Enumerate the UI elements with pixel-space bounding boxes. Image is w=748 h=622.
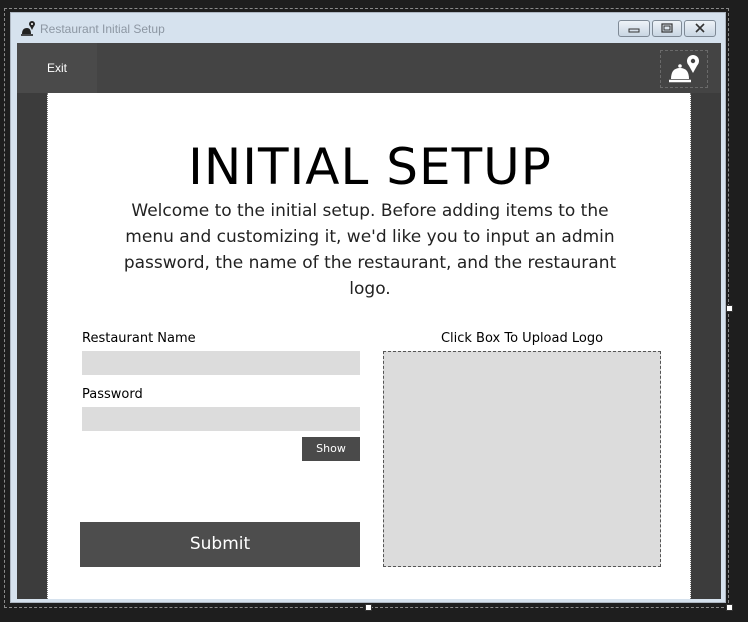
client-area: Exit INITIAL SETUP Welcome to the initia… [17, 43, 721, 599]
submit-button[interactable]: Submit [80, 522, 360, 567]
minimize-icon [628, 28, 640, 33]
password-input[interactable] [82, 407, 360, 431]
resize-handle-right[interactable] [726, 305, 733, 312]
setup-panel: INITIAL SETUP Welcome to the initial set… [47, 93, 691, 599]
resize-handle-bottom[interactable] [365, 604, 372, 611]
show-password-button[interactable]: Show [302, 437, 360, 461]
intro-text: Welcome to the initial setup. Before add… [123, 201, 617, 299]
restaurant-bell-pin-icon [669, 55, 699, 83]
minimize-button[interactable] [618, 20, 650, 37]
restaurant-name-label: Restaurant Name [82, 331, 196, 346]
window-title: Restaurant Initial Setup [40, 22, 165, 36]
exit-button[interactable]: Exit [17, 43, 97, 93]
password-label: Password [82, 387, 143, 402]
logo-upload-box[interactable] [383, 351, 661, 567]
maximize-button[interactable] [652, 20, 682, 37]
resize-handle-corner[interactable] [726, 604, 733, 611]
close-button[interactable] [684, 20, 716, 37]
title-bar: Restaurant Initial Setup [11, 13, 725, 43]
page-title: INITIAL SETUP [188, 138, 552, 196]
app-window: Restaurant Initial Setup Exit INITIAL SE… [10, 12, 726, 603]
restaurant-name-input[interactable] [82, 351, 360, 375]
app-logo [660, 50, 708, 88]
top-bar: Exit [17, 43, 721, 93]
close-icon [695, 23, 705, 33]
maximize-icon [661, 23, 673, 33]
restaurant-bell-pin-icon [19, 20, 37, 38]
upload-logo-label: Click Box To Upload Logo [440, 331, 604, 346]
